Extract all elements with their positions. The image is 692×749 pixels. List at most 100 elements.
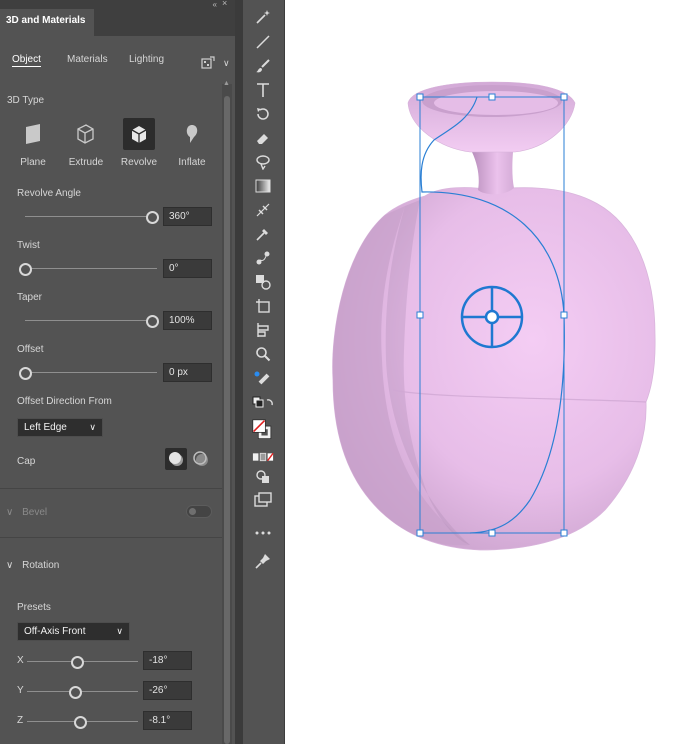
twist-label: Twist (17, 240, 40, 251)
3d-rotation-widget-icon[interactable] (460, 285, 524, 349)
divider (0, 537, 222, 538)
z-axis-knob[interactable] (74, 716, 88, 729)
toggle-knob (189, 508, 196, 515)
y-axis-track[interactable] (27, 691, 138, 692)
swap-icon[interactable] (252, 394, 274, 414)
x-axis-label: X (17, 655, 24, 666)
revolve-label: Revolve (120, 157, 158, 168)
panel-title-tab[interactable]: 3D and Materials (0, 9, 94, 36)
inflate-label: Inflate (178, 157, 206, 168)
chevron-down-icon[interactable]: ∨ (223, 58, 230, 69)
3d-materials-panel: 3D and Materials « × Object Materials Li… (0, 0, 235, 744)
cap-label: Cap (17, 456, 36, 467)
tab-object[interactable]: Object (12, 54, 41, 67)
revolve-icon (131, 126, 147, 143)
chevron-down-icon: ∨ (6, 507, 14, 518)
twist-track[interactable] (25, 268, 157, 269)
revolve-angle-label: Revolve Angle (17, 188, 81, 199)
offset-knob[interactable] (19, 367, 32, 380)
plane-icon (26, 124, 40, 144)
y-axis-field[interactable]: -26° (143, 681, 192, 700)
offset-label: Offset (17, 344, 44, 355)
collapse-icon[interactable]: « (213, 0, 217, 9)
rotation-section-header[interactable]: ∨ Rotation (6, 560, 59, 571)
revolve-button[interactable] (123, 118, 155, 150)
blend-icon[interactable] (252, 248, 274, 268)
color-picker-icon[interactable] (252, 368, 274, 388)
cap-on-button[interactable] (165, 448, 187, 470)
eraser-icon[interactable] (252, 128, 274, 148)
bevel-section-header[interactable]: ∨ Bevel (6, 507, 47, 518)
revolve-angle-knob[interactable] (146, 211, 159, 224)
taper-field[interactable]: 100% (163, 311, 212, 330)
close-icon[interactable]: × (222, 0, 231, 8)
inflate-icon (186, 125, 198, 143)
plane-label: Plane (20, 157, 46, 168)
vase-bowl-inner (434, 91, 558, 115)
artboard-canvas[interactable] (285, 0, 692, 744)
rotation-preset-value: Off-Axis Front (24, 626, 86, 637)
bevel-toggle[interactable] (186, 505, 212, 518)
y-axis-label: Y (17, 685, 24, 696)
taper-track[interactable] (25, 320, 152, 321)
shape-builder-icon[interactable] (252, 272, 274, 292)
3d-type-label: 3D Type (7, 95, 45, 106)
vase-artwork[interactable] (285, 0, 692, 744)
extrude-label: Extrude (68, 157, 104, 168)
taper-knob[interactable] (146, 315, 159, 328)
x-axis-field[interactable]: -18° (143, 651, 192, 670)
offset-field[interactable]: 0 px (163, 363, 212, 382)
twist-field[interactable]: 0° (163, 259, 212, 278)
width-icon[interactable] (252, 200, 274, 220)
panel-header: 3D and Materials « × (0, 0, 235, 36)
line-icon[interactable] (252, 32, 274, 52)
artboard-icon[interactable] (252, 296, 274, 316)
cap-on-icon (169, 452, 183, 466)
pin-icon[interactable] (252, 551, 274, 571)
rotate-icon[interactable] (252, 104, 274, 124)
tab-materials[interactable]: Materials (67, 54, 108, 65)
rotation-label: Rotation (22, 560, 60, 571)
inflate-button[interactable] (176, 118, 208, 150)
chevron-down-icon: ∨ (116, 626, 123, 636)
twist-knob[interactable] (19, 263, 32, 276)
plane-button[interactable] (17, 118, 49, 150)
rotation-preset-dropdown[interactable]: Off-Axis Front ∨ (17, 622, 130, 641)
magic-wand-icon[interactable] (252, 7, 274, 27)
screen-mode-icon[interactable] (252, 490, 274, 510)
revolve-angle-track[interactable] (25, 216, 152, 217)
fill-stroke-icon[interactable] (252, 416, 274, 444)
presets-label: Presets (17, 602, 51, 613)
gradient-icon[interactable] (252, 176, 274, 196)
panel-gutter (235, 0, 243, 744)
x-axis-knob[interactable] (70, 656, 84, 669)
lasso-icon[interactable] (252, 152, 274, 172)
taper-label: Taper (17, 292, 43, 303)
render-icon[interactable] (201, 56, 215, 69)
offset-track[interactable] (25, 372, 157, 373)
eyedropper-icon[interactable] (252, 224, 274, 244)
offset-direction-value: Left Edge (24, 422, 67, 433)
divider (0, 488, 222, 489)
cap-off-button[interactable] (190, 448, 212, 470)
bevel-label: Bevel (22, 507, 48, 518)
y-axis-knob[interactable] (68, 686, 82, 699)
more-icon[interactable] (252, 523, 274, 543)
type-icon[interactable] (252, 80, 274, 100)
chevron-down-icon: ∨ (6, 560, 14, 571)
z-axis-field[interactable]: -8.1° (143, 711, 192, 730)
paintbrush-icon[interactable] (252, 56, 274, 76)
panel-scrollbar-thumb[interactable] (224, 96, 230, 744)
zoom-icon[interactable] (252, 344, 274, 364)
color-mode-icon[interactable] (252, 447, 274, 467)
chevron-down-icon: ∨ (89, 422, 96, 432)
offset-direction-label: Offset Direction From (17, 396, 112, 407)
revolve-angle-field[interactable]: 360° (163, 207, 212, 226)
z-axis-label: Z (17, 715, 24, 726)
scroll-up-icon[interactable]: ▲ (223, 80, 230, 87)
slice-icon[interactable] (252, 320, 274, 340)
offset-direction-dropdown[interactable]: Left Edge ∨ (17, 418, 103, 437)
draw-mode-icon[interactable] (252, 467, 274, 487)
extrude-button[interactable] (69, 118, 101, 150)
tab-lighting[interactable]: Lighting (129, 54, 164, 65)
